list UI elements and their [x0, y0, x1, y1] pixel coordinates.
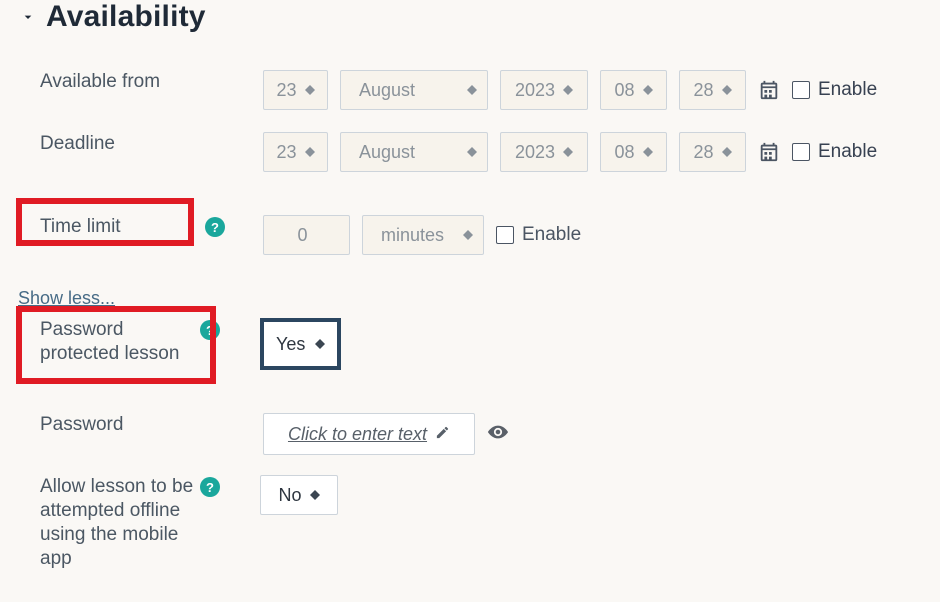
- eye-icon[interactable]: [487, 421, 509, 448]
- timelimit-value-input[interactable]: 0: [263, 215, 350, 255]
- help-icon[interactable]: [205, 217, 225, 237]
- sort-icon: [563, 147, 573, 157]
- checkbox-icon: [792, 81, 810, 99]
- section-title: Availability: [46, 0, 206, 34]
- deadline-year-select[interactable]: 2023: [500, 132, 588, 172]
- highlight-box: [16, 306, 216, 384]
- calendar-icon[interactable]: [758, 141, 780, 163]
- deadline-month-select[interactable]: August: [340, 132, 488, 172]
- help-icon[interactable]: [200, 477, 220, 497]
- password-protected-select[interactable]: Yes: [260, 318, 341, 370]
- from-hour-select[interactable]: 08: [600, 70, 667, 110]
- enable-label: Enable: [818, 141, 877, 163]
- deadline-hour-select[interactable]: 08: [600, 132, 667, 172]
- highlight-box: [16, 198, 194, 246]
- calendar-icon[interactable]: [758, 79, 780, 101]
- checkbox-icon: [496, 226, 514, 244]
- label-allow-offline: Allow lesson to be attempted offline usi…: [40, 476, 193, 569]
- sort-icon: [315, 339, 325, 349]
- checkbox-icon: [792, 143, 810, 161]
- sort-icon: [563, 85, 573, 95]
- row-password: Password Click to enter text: [0, 413, 940, 455]
- enable-label: Enable: [818, 79, 877, 101]
- deadline-day-select[interactable]: 23: [263, 132, 328, 172]
- sort-icon: [467, 85, 477, 95]
- from-year-select[interactable]: 2023: [500, 70, 588, 110]
- row-available-from: Available from 23 August 2023 08 28 Enab…: [0, 70, 940, 110]
- sort-icon: [305, 147, 315, 157]
- sort-icon: [463, 230, 473, 240]
- sort-icon: [467, 147, 477, 157]
- allow-offline-select[interactable]: No: [260, 475, 338, 515]
- label-available-from: Available from: [0, 70, 225, 94]
- chevron-down-icon: [20, 9, 36, 25]
- sort-icon: [643, 147, 653, 157]
- enable-label: Enable: [522, 224, 581, 246]
- sort-icon: [722, 85, 732, 95]
- deadline-enable[interactable]: Enable: [792, 141, 877, 163]
- section-header[interactable]: Availability: [20, 0, 206, 34]
- deadline-minute-select[interactable]: 28: [679, 132, 746, 172]
- from-day-select[interactable]: 23: [263, 70, 328, 110]
- pencil-icon: [435, 424, 450, 445]
- sort-icon: [310, 490, 320, 500]
- from-enable[interactable]: Enable: [792, 79, 877, 101]
- password-placeholder: Click to enter text: [288, 424, 427, 445]
- sort-icon: [722, 147, 732, 157]
- row-allow-offline: Allow lesson to be attempted offline usi…: [0, 475, 940, 571]
- sort-icon: [643, 85, 653, 95]
- label-deadline: Deadline: [0, 132, 225, 156]
- label-password: Password: [40, 414, 123, 435]
- timelimit-unit-select[interactable]: minutes: [362, 215, 484, 255]
- row-deadline: Deadline 23 August 2023 08 28 Enable: [0, 132, 940, 172]
- timelimit-enable[interactable]: Enable: [496, 224, 581, 246]
- from-minute-select[interactable]: 28: [679, 70, 746, 110]
- password-input[interactable]: Click to enter text: [263, 413, 475, 455]
- sort-icon: [305, 85, 315, 95]
- from-month-select[interactable]: August: [340, 70, 488, 110]
